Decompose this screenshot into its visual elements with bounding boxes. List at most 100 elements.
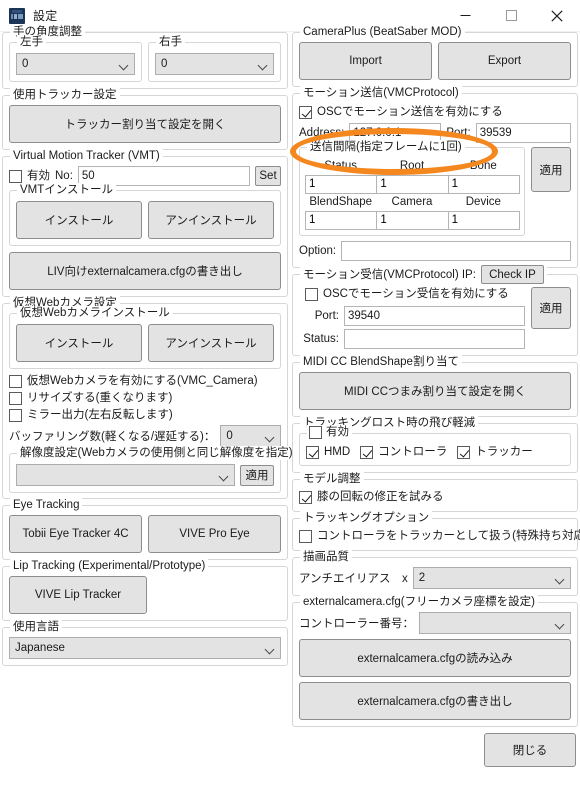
tobii-eye-tracker-button[interactable]: Tobii Eye Tracker 4C — [9, 515, 142, 553]
osc-receive-enable-checkbox[interactable]: OSCでモーション受信を有効にする — [305, 287, 525, 302]
group-externalcamera-title: externalcamera.cfg(フリーカメラ座標を設定) — [300, 595, 538, 609]
group-send-interval: 送信間隔(指定フレームに1回) Status Root Bone 1 1 1 B… — [299, 140, 525, 236]
group-tracker-settings-title: 使用トラッカー設定 — [10, 88, 120, 102]
tracking-lost-controller-checkbox[interactable]: コントローラ — [360, 445, 447, 460]
check-ip-button[interactable]: Check IP — [480, 265, 544, 284]
group-left-hand: 左手 0 — [9, 35, 142, 82]
group-quality: 描画品質 アンチエイリアス x 2 — [292, 550, 578, 596]
group-tracking-lost-enable: 有効 HMD コントローラ トラッカー — [299, 425, 571, 466]
vmt-enable-checkbox-box — [9, 169, 22, 183]
tracking-lost-tracker-label: トラッカー — [475, 446, 533, 458]
webcam-mirror-checkbox[interactable]: ミラー出力(左右反転します) — [9, 408, 281, 423]
group-webcam-install: 仮想Webカメラインストール インストール アンインストール — [9, 306, 281, 369]
group-hand-angle: 手の角度調整 左手 0 右手 0 — [2, 25, 288, 89]
group-cameraplus: CameraPlus (BeatSaber MOD) Import Export — [292, 25, 578, 87]
group-right-hand-title: 右手 — [156, 35, 185, 49]
group-send-interval-title: 送信間隔(指定フレームに1回) — [307, 140, 465, 154]
group-language-title: 使用言語 — [10, 620, 62, 634]
group-tracking-option-title: トラッキングオプション — [300, 511, 433, 525]
send-port-input[interactable]: 39539 — [475, 123, 571, 143]
tracking-lost-hmd-checkbox[interactable]: HMD — [306, 445, 350, 460]
antialias-select[interactable]: 2 — [412, 567, 571, 589]
group-vmt-title: Virtual Motion Tracker (VMT) — [10, 149, 163, 163]
open-tracker-assignment-button[interactable]: トラッカー割り当て設定を開く — [9, 105, 281, 143]
webcam-mirror-checkbox-box — [9, 409, 22, 422]
vive-pro-eye-button[interactable]: VIVE Pro Eye — [148, 515, 281, 553]
receive-status-input — [344, 329, 525, 349]
receive-apply-button[interactable]: 適用 — [531, 287, 571, 329]
externalcamera-load-button[interactable]: externalcamera.cfgの読み込み — [299, 639, 571, 677]
interval-header-status: Status — [324, 160, 357, 172]
interval-header-device: Device — [465, 196, 501, 208]
interval-header-root: Root — [399, 160, 425, 172]
group-motion-send-title: モーション送信(VMCProtocol) — [300, 86, 462, 100]
tracking-lost-controller-label: コントローラ — [378, 446, 448, 458]
webcam-mirror-label: ミラー出力(左右反転します) — [27, 409, 173, 421]
right-hand-angle-select[interactable]: 0 — [155, 53, 274, 75]
tracking-lost-enable-label: 有効 — [326, 426, 349, 438]
lip-tracking-spacer — [153, 576, 281, 614]
send-option-input[interactable] — [341, 241, 571, 261]
knee-rotation-fix-checkbox[interactable]: 膝の回転の修正を試みる — [299, 490, 571, 505]
interval-input-blendshape[interactable]: 1 — [305, 211, 378, 230]
group-eye-tracking-title: Eye Tracking — [10, 498, 83, 512]
group-virtual-webcam: 仮想Webカメラ設定 仮想Webカメラインストール インストール アンインストー… — [2, 296, 296, 499]
externalcamera-save-button[interactable]: externalcamera.cfgの書き出し — [299, 682, 571, 720]
group-cameraplus-title: CameraPlus (BeatSaber MOD) — [300, 25, 465, 39]
resolution-apply-button[interactable]: 適用 — [240, 464, 274, 486]
group-quality-title: 描画品質 — [300, 550, 352, 564]
interval-input-camera[interactable]: 1 — [376, 211, 449, 230]
osc-send-enable-checkbox-box — [299, 106, 312, 119]
controller-as-tracker-label: コントローラをトラッカーとして扱う(特殊持ち対応) — [317, 530, 580, 542]
tracking-lost-enable-checkbox[interactable]: 有効 — [307, 425, 352, 439]
group-right-hand: 右手 0 — [148, 35, 281, 82]
send-port-label: Port: — [446, 127, 471, 139]
group-resolution: 解像度設定(Webカメラの使用側と同じ解像度を指定) 適用 — [9, 446, 296, 493]
group-motion-receive-title-wrap: モーション受信(VMCProtocol) IP: Check IP — [300, 265, 547, 284]
midi-assign-open-button[interactable]: MIDI CCつまみ割り当て設定を開く — [299, 372, 571, 410]
vmt-uninstall-button[interactable]: アンインストール — [148, 201, 274, 239]
interval-input-device[interactable]: 1 — [447, 211, 520, 230]
vive-lip-tracker-button[interactable]: VIVE Lip Tracker — [9, 576, 147, 614]
controller-number-select[interactable] — [419, 612, 571, 634]
group-model-adjust-title: モデル調整 — [300, 472, 364, 486]
tracking-lost-tracker-checkbox-box — [457, 446, 471, 459]
osc-send-enable-checkbox[interactable]: OSCでモーション送信を有効にする — [299, 105, 571, 120]
language-select[interactable]: Japanese — [9, 637, 281, 659]
liv-externalcamera-export-button[interactable]: LIV向けexternalcamera.cfgの書き出し — [9, 252, 281, 290]
group-motion-receive-title: モーション受信(VMCProtocol) IP: — [303, 268, 476, 281]
vmt-set-button[interactable]: Set — [255, 166, 281, 186]
tracking-lost-hmd-checkbox-box — [306, 446, 319, 459]
receive-port-input[interactable]: 39540 — [344, 306, 525, 326]
group-vmt: Virtual Motion Tracker (VMT) 有効 No: 50 S… — [2, 149, 288, 297]
maximize-icon[interactable] — [488, 0, 534, 32]
receive-status-label: Status: — [303, 333, 339, 345]
close-icon[interactable] — [534, 0, 580, 32]
send-option-label: Option: — [299, 245, 337, 257]
title-bar: 設定 — [0, 0, 580, 32]
interval-input-status[interactable]: 1 — [305, 175, 378, 194]
webcam-enable-checkbox[interactable]: 仮想Webカメラを有効にする(VMC_Camera) — [9, 374, 281, 389]
resolution-select[interactable] — [16, 464, 235, 486]
group-left-hand-title: 左手 — [17, 35, 46, 49]
webcam-uninstall-button[interactable]: アンインストール — [148, 324, 274, 362]
vmt-enable-checkbox[interactable]: 有効 — [9, 169, 50, 184]
close-button[interactable]: 閉じる — [484, 733, 576, 767]
vmt-install-button[interactable]: インストール — [16, 201, 142, 239]
send-apply-button[interactable]: 適用 — [531, 147, 571, 192]
webcam-buffer-select[interactable]: 0 — [220, 425, 281, 447]
controller-as-tracker-checkbox[interactable]: コントローラをトラッカーとして扱う(特殊持ち対応) — [299, 529, 580, 544]
tracking-lost-tracker-checkbox[interactable]: トラッカー — [457, 445, 533, 460]
webcam-resize-checkbox[interactable]: リサイズする(重くなります) — [9, 391, 281, 406]
interval-input-bone[interactable]: 1 — [447, 175, 520, 194]
interval-header-blendshape: BlendShape — [309, 196, 372, 208]
group-midi-title: MIDI CC BlendShape割り当て — [300, 355, 462, 369]
cameraplus-export-button[interactable]: Export — [438, 42, 571, 80]
webcam-install-button[interactable]: インストール — [16, 324, 142, 362]
interval-input-root[interactable]: 1 — [376, 175, 449, 194]
knee-rotation-fix-checkbox-box — [299, 491, 312, 504]
webcam-resize-checkbox-box — [9, 392, 22, 405]
vmt-no-label: No: — [55, 170, 73, 182]
left-hand-angle-select[interactable]: 0 — [16, 53, 135, 75]
cameraplus-import-button[interactable]: Import — [299, 42, 432, 80]
